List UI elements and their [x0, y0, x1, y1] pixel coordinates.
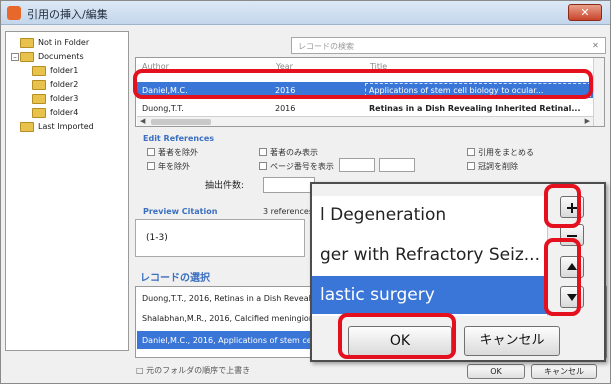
group-citations-checkbox[interactable]: 引用をまとめる	[467, 147, 534, 158]
show-pages-checkbox[interactable]: ページ番号を表示	[259, 161, 334, 172]
tree-item-label: folder2	[50, 80, 79, 89]
highlight-ok-button	[338, 313, 456, 359]
horizontal-scrollbar[interactable]: ◀ ▶	[137, 116, 593, 126]
scroll-left-icon[interactable]: ◀	[140, 117, 145, 125]
cancel-button[interactable]: キャンセル	[531, 364, 597, 379]
tree-item-label: folder1	[50, 66, 79, 75]
prefix-field[interactable]	[339, 158, 375, 172]
window-title: 引用の挿入/編集	[27, 8, 108, 21]
edit-references-title: Edit References	[143, 134, 215, 143]
search-input[interactable]: レコードの検索 ✕	[291, 37, 606, 54]
close-button[interactable]: ✕	[568, 4, 602, 21]
folder-icon	[20, 52, 34, 62]
highlight-move-buttons	[544, 238, 581, 316]
tree-item-label: folder4	[50, 108, 79, 117]
list-item[interactable]: ger with Refractory Seiz...	[312, 236, 548, 274]
folder-icon	[20, 38, 34, 48]
insert-citation-dialog: 引用の挿入/編集 ✕ Not in Folder – Documents fol…	[0, 0, 611, 384]
record-selection-title: レコードの選択	[140, 273, 210, 284]
cell-author: Duong,T.T.	[142, 104, 184, 113]
suffix-field[interactable]	[379, 158, 415, 172]
app-icon	[7, 6, 21, 20]
preview-citation-box: (1-3)	[135, 219, 305, 257]
exclude-author-checkbox[interactable]: 著者を除外	[147, 147, 198, 158]
tree-item-label: Last Imported	[38, 122, 94, 131]
list-item[interactable]: l Degeneration	[312, 196, 548, 234]
tree-item-label: Documents	[38, 52, 84, 61]
folder-icon	[32, 80, 46, 90]
folder-icon	[20, 122, 34, 132]
table-row[interactable]: Duong,T.T. 2016 Retinas in a Dish Reveal…	[137, 100, 593, 116]
scroll-right-icon[interactable]: ▶	[585, 117, 590, 125]
count-label: 抽出件数:	[205, 181, 245, 191]
folder-icon	[32, 108, 46, 118]
preview-reference-count: 3 references	[263, 207, 313, 216]
clear-icon[interactable]: ✕	[590, 40, 601, 51]
tree-item-label: Not in Folder	[38, 38, 90, 47]
remove-article-checkbox[interactable]: 冠詞を削除	[467, 161, 518, 172]
count-field[interactable]	[263, 177, 315, 193]
collapse-icon[interactable]: –	[11, 53, 19, 61]
ok-button[interactable]: OK	[467, 364, 525, 379]
keep-folder-order-checkbox[interactable]: □ 元のフォルダの順序で上書き	[136, 365, 250, 376]
zoomed-cancel-button[interactable]: キャンセル	[464, 326, 560, 356]
preview-citation-text: (1-3)	[146, 233, 168, 243]
zoomed-record-list: l Degeneration ger with Refractory Seiz.…	[312, 196, 548, 316]
preview-citation-title: Preview Citation	[143, 207, 218, 216]
folder-icon	[32, 66, 46, 76]
folder-icon	[32, 94, 46, 104]
tree-item-label: folder3	[50, 94, 79, 103]
folder-tree: Not in Folder – Documents folder1 folder…	[5, 31, 129, 351]
author-only-checkbox[interactable]: 著者のみ表示	[259, 147, 318, 158]
cell-title: Retinas in a Dish Revealing Inherited Re…	[369, 104, 581, 113]
scroll-thumb[interactable]	[151, 119, 211, 125]
tree-item-documents[interactable]: – Documents	[8, 50, 128, 64]
title-bar: 引用の挿入/編集 ✕	[1, 1, 610, 25]
cell-year: 2016	[275, 104, 296, 113]
highlight-add-button	[544, 184, 581, 228]
vertical-scrollbar[interactable]	[593, 58, 604, 126]
search-placeholder: レコードの検索	[298, 42, 354, 51]
exclude-year-checkbox[interactable]: 年を除外	[147, 161, 190, 172]
list-item[interactable]: lastic surgery	[312, 276, 548, 314]
highlight-selected-reference	[133, 69, 593, 99]
